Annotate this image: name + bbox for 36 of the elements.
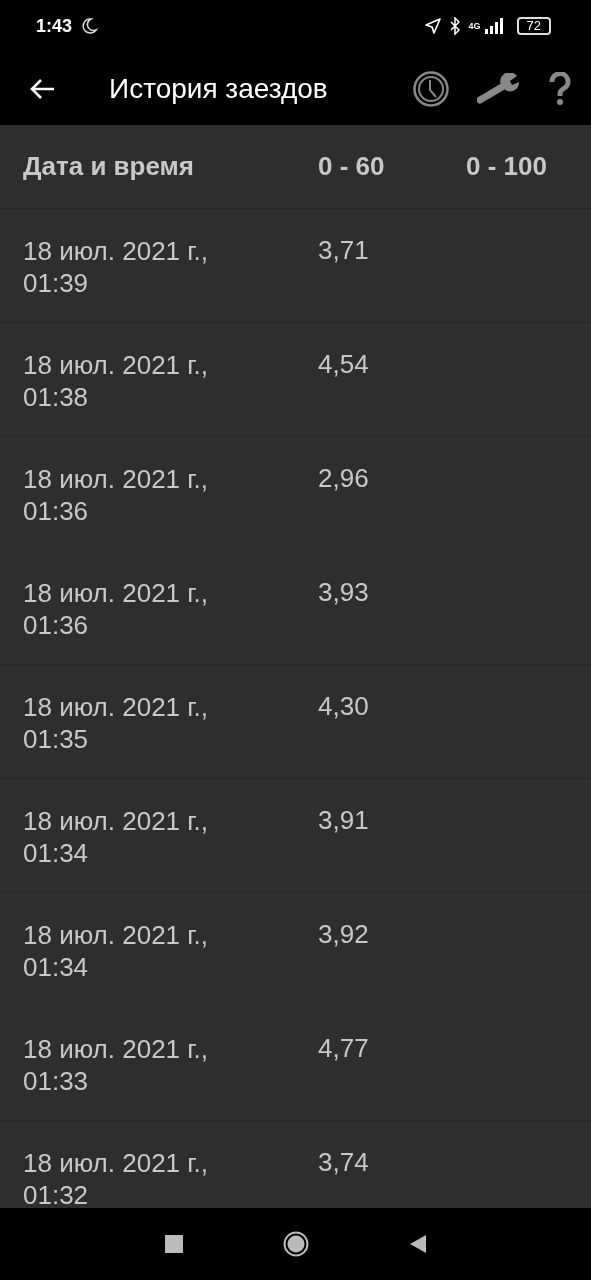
column-header: 0 - 100 [466,151,548,182]
time-cell-text: 4,77 [318,1033,370,1064]
time-cell-text: 3,92 [318,919,370,950]
date-cell-text: 18 июл. 2021 г., 01:36 [23,463,210,527]
back-arrow-icon[interactable] [29,77,55,100]
date-cell-text: 18 июл. 2021 г., 01:33 [23,1033,210,1097]
date-cell-text: 18 июл. 2021 г., 01:32 [23,1147,210,1208]
status-time: 1:43 [36,15,73,37]
wrench-icon[interactable] [477,72,521,105]
signal-icon [484,18,503,34]
moon-icon [80,17,99,35]
recents-button[interactable] [164,1235,183,1253]
date-cell-text: 18 июл. 2021 г., 01:39 [23,235,210,299]
home-button[interactable] [282,1231,309,1257]
column-header: Дата и время [23,151,195,182]
date-cell-text: 18 июл. 2021 г., 01:34 [23,805,210,869]
date-cell-text: 18 июл. 2021 г., 01:36 [23,577,210,641]
network-label: 4G [468,21,481,31]
bluetooth-icon [448,17,461,35]
help-icon[interactable] [549,71,571,106]
battery-indicator: 72 [516,17,551,35]
time-cell-text: 3,71 [318,235,370,266]
screen-title: История заездов [109,72,329,105]
location-icon [424,18,441,34]
date-cell-text: 18 июл. 2021 г., 01:38 [23,349,210,413]
date-cell-text: 18 июл. 2021 г., 01:35 [23,691,210,755]
back-button[interactable] [408,1234,427,1254]
time-cell-text: 4,30 [318,691,370,722]
time-cell-text: 4,54 [318,349,370,380]
date-cell-text: 18 июл. 2021 г., 01:34 [23,919,210,983]
column-header: 0 - 60 [318,151,386,182]
time-cell-text: 3,93 [318,577,370,608]
time-cell-text: 2,96 [318,463,370,494]
clock-icon[interactable] [413,70,449,107]
time-cell-text: 3,91 [318,805,370,836]
time-cell-text: 3,74 [318,1147,370,1178]
